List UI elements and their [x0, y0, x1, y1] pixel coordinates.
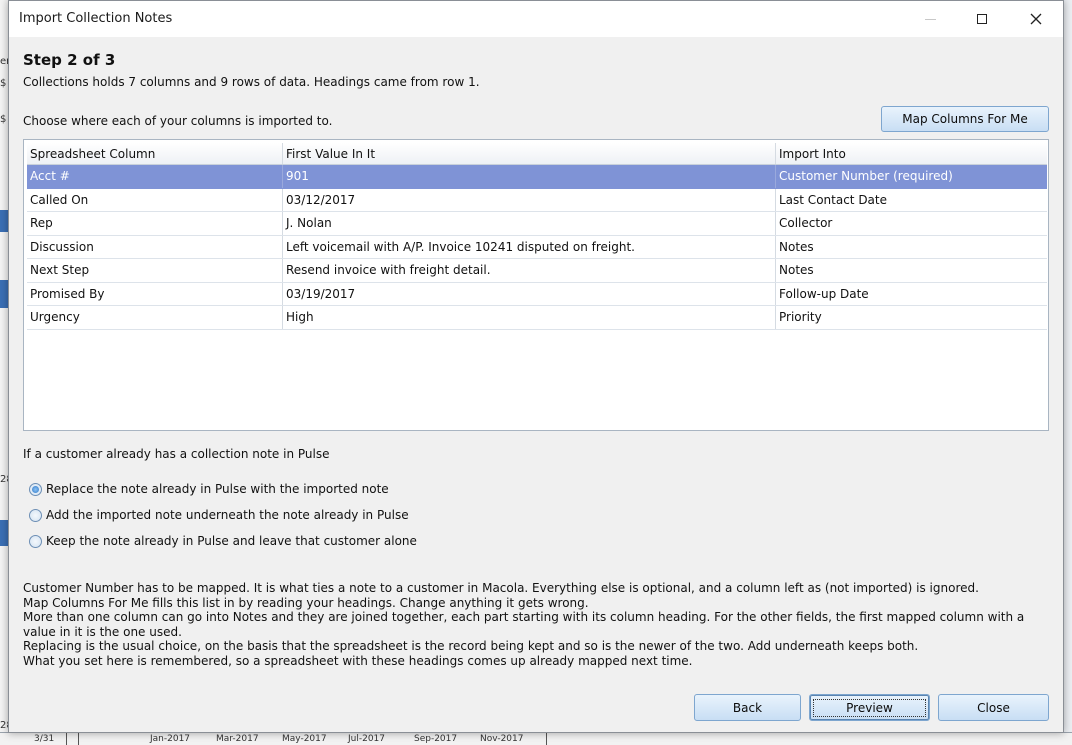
preview-button[interactable]: Preview	[809, 694, 930, 721]
existing-note-question: If a customer already has a collection n…	[23, 447, 330, 461]
spreadsheet-column-cell: Called On	[27, 188, 283, 211]
help-line: Customer Number has to be mapped. It is …	[23, 581, 979, 595]
first-value-cell: 901	[283, 165, 776, 188]
table-row[interactable]: Promised By 03/19/2017 Follow-up Date	[27, 282, 1047, 306]
map-columns-button[interactable]: Map Columns For Me	[881, 106, 1049, 132]
minimize-button[interactable]	[907, 1, 953, 37]
close-window-button[interactable]	[1013, 1, 1059, 37]
import-into-cell[interactable]: Notes	[776, 236, 1047, 259]
spreadsheet-column-cell: Rep	[27, 212, 283, 235]
spreadsheet-column-cell: Urgency	[27, 306, 283, 329]
help-line: More than one column can go into Notes a…	[23, 610, 1025, 639]
help-line: Replacing is the usual choice, on the ba…	[23, 639, 919, 654]
import-into-cell[interactable]: Last Contact Date	[776, 189, 1047, 212]
table-row[interactable]: Called On 03/12/2017 Last Contact Date	[27, 188, 1047, 212]
import-into-cell[interactable]: Collector	[776, 212, 1047, 235]
table-row[interactable]: Rep J. Nolan Collector	[27, 212, 1047, 236]
axis-label: Jan-2017	[150, 734, 191, 744]
data-summary: Collections holds 7 columns and 9 rows o…	[23, 75, 480, 89]
mapping-grid: Spreadsheet Column First Value In It Imp…	[27, 143, 1047, 330]
radio-label[interactable]: Replace the note already in Pulse with t…	[46, 482, 389, 496]
first-value-cell: J. Nolan	[283, 212, 776, 235]
step-title: Step 2 of 3	[23, 51, 116, 69]
spreadsheet-column-cell: Promised By	[27, 282, 283, 305]
first-value-cell: Left voicemail with A/P. Invoice 10241 d…	[283, 235, 776, 258]
column-mapping-table[interactable]: Spreadsheet Column First Value In It Imp…	[23, 139, 1049, 431]
radio-keep-existing[interactable]: Keep the note already in Pulse and leave…	[29, 534, 417, 548]
axis-label: Sep-2017	[414, 734, 458, 744]
title-bar[interactable]: Import Collection Notes	[9, 1, 1063, 37]
first-value-cell: 03/12/2017	[283, 188, 776, 211]
table-row[interactable]: Discussion Left voicemail with A/P. Invo…	[27, 235, 1047, 259]
radio-add-underneath[interactable]: Add the imported note underneath the not…	[29, 508, 409, 522]
axis-tick	[78, 733, 79, 745]
spreadsheet-column-cell: Acct #	[27, 165, 283, 188]
axis-label: May-2017	[282, 734, 327, 744]
help-line: What you set here is remembered, so a sp…	[23, 653, 693, 668]
table-row[interactable]: Next Step Resend invoice with freight de…	[27, 259, 1047, 283]
close-icon	[1030, 13, 1042, 25]
column-header-import-into[interactable]: Import Into	[776, 143, 1047, 164]
help-text: Customer Number has to be mapped. It is …	[23, 581, 1043, 669]
back-button[interactable]: Back	[694, 694, 801, 721]
import-into-cell[interactable]: Priority	[776, 306, 1047, 329]
axis-tick	[546, 733, 547, 745]
mapping-instruction: Choose where each of your columns is imp…	[23, 114, 333, 128]
dialog-content: Step 2 of 3 Collections holds 7 columns …	[9, 37, 1063, 732]
import-dialog: Import Collection Notes Step 2 of 3 Coll…	[8, 0, 1064, 733]
radio-unselected-icon[interactable]	[29, 534, 42, 548]
radio-unselected-icon[interactable]	[29, 508, 42, 522]
preview-button-label: Preview	[813, 698, 926, 717]
help-line: Map Columns For Me fills this list in by…	[23, 595, 589, 610]
table-row[interactable]: Acct # 901 Customer Number (required)	[27, 165, 1047, 189]
spreadsheet-column-cell: Next Step	[27, 259, 283, 282]
import-into-cell[interactable]: Customer Number (required)	[776, 165, 1047, 188]
axis-label: Mar-2017	[216, 734, 259, 744]
first-value-cell: Resend invoice with freight detail.	[283, 259, 776, 282]
axis-label: 3/31	[34, 734, 55, 744]
column-header-first-value[interactable]: First Value In It	[283, 143, 776, 164]
window-title: Import Collection Notes	[19, 11, 173, 26]
spreadsheet-column-cell: Discussion	[27, 235, 283, 258]
first-value-cell: High	[283, 306, 776, 329]
column-header-spreadsheet-column[interactable]: Spreadsheet Column	[27, 143, 283, 164]
first-value-cell: 03/19/2017	[283, 282, 776, 305]
minimize-icon	[924, 18, 936, 20]
radio-label[interactable]: Keep the note already in Pulse and leave…	[46, 534, 417, 548]
import-into-cell[interactable]: Notes	[776, 259, 1047, 282]
background-timeline-axis: 3/31 Jan-2017 Mar-2017 May-2017 Jul-2017…	[0, 732, 1072, 745]
maximize-button[interactable]	[959, 1, 1005, 37]
radio-selected-icon[interactable]	[29, 482, 42, 496]
table-row[interactable]: Urgency High Priority	[27, 306, 1047, 330]
close-button[interactable]: Close	[938, 694, 1049, 721]
import-into-cell[interactable]: Follow-up Date	[776, 283, 1047, 306]
table-header-row: Spreadsheet Column First Value In It Imp…	[27, 143, 1047, 165]
radio-replace-note[interactable]: Replace the note already in Pulse with t…	[29, 482, 389, 496]
axis-tick	[66, 733, 67, 745]
radio-label[interactable]: Add the imported note underneath the not…	[46, 508, 409, 522]
axis-label: Nov-2017	[480, 734, 524, 744]
axis-label: Jul-2017	[348, 734, 386, 744]
maximize-icon	[977, 14, 987, 24]
